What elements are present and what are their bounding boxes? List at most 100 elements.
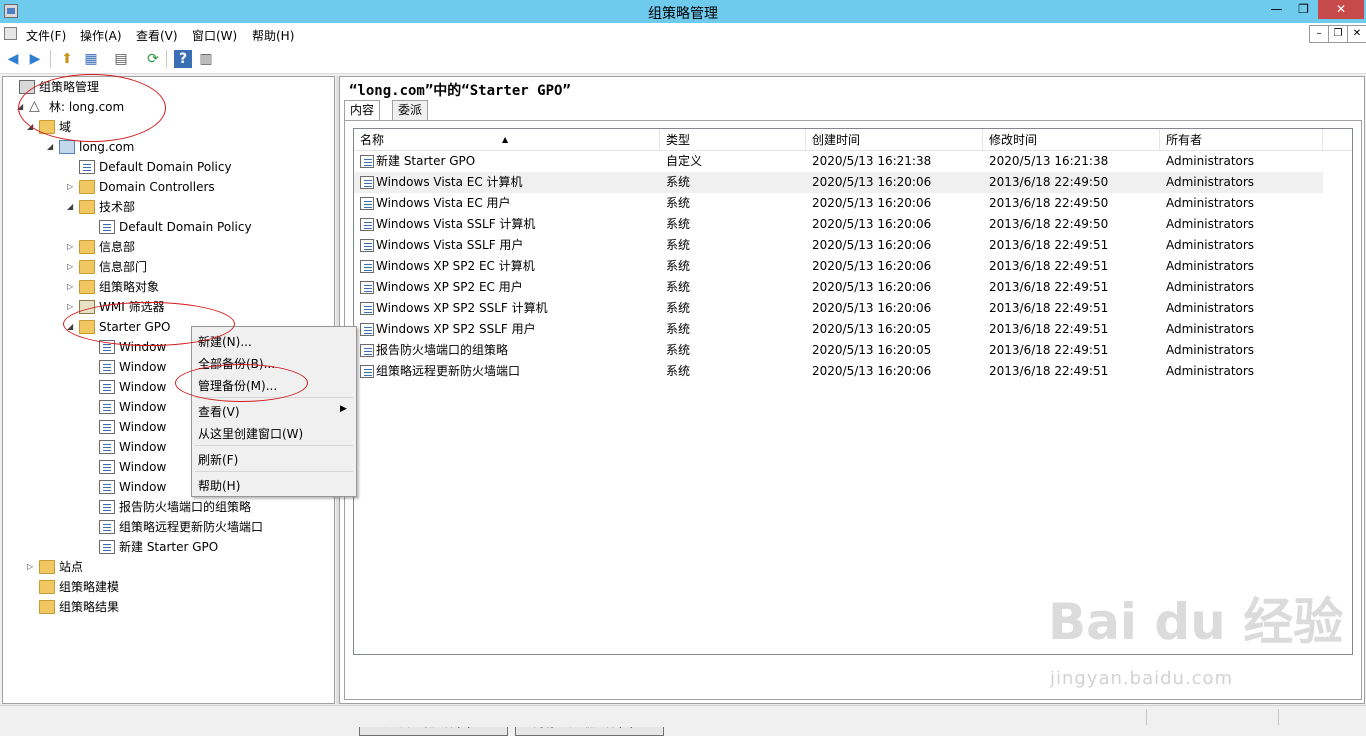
cell-name: 组策略远程更新防火墙端口 xyxy=(376,364,521,378)
table-row[interactable]: 报告防火墙端口的组策略 系统 2020/5/13 16:20:05 2013/6/18… xyxy=(354,340,1323,361)
expand-toggle-icon[interactable]: ▷ xyxy=(27,557,37,577)
folder-icon xyxy=(79,180,95,194)
toolbar-separator xyxy=(50,50,51,68)
tree-node-label: 信息部 xyxy=(99,240,136,254)
cell-modified: 2013/6/18 22:49:51 xyxy=(989,280,1109,294)
cell-modified: 2013/6/18 22:49:50 xyxy=(989,217,1109,231)
cell-name: Windows XP SP2 SSLF 用户 xyxy=(376,322,536,336)
tree-node-label: 报告防火墙端口的组策略 xyxy=(119,500,252,514)
system-menu-icon[interactable] xyxy=(4,27,17,40)
cell-modified: 2013/6/18 22:49:51 xyxy=(989,343,1109,357)
table-row[interactable]: Windows XP SP2 SSLF 计算机 系统 2020/5/13 16:20… xyxy=(354,298,1323,319)
cell-modified: 2020/5/13 16:21:38 xyxy=(989,154,1109,168)
cell-name: 新建 Starter GPO xyxy=(376,154,476,168)
help-icon[interactable]: ? xyxy=(174,50,192,68)
doc-icon xyxy=(99,520,115,534)
cell-name: Windows Vista SSLF 用户 xyxy=(376,238,524,252)
gpo-icon xyxy=(360,218,374,231)
menu-help[interactable]: 帮助(H) xyxy=(252,27,294,44)
refresh-icon[interactable]: ⟳ xyxy=(144,50,162,68)
properties-icon[interactable]: ▤ xyxy=(112,50,130,68)
cell-owner: Administrators xyxy=(1166,238,1255,252)
expand-toggle-icon[interactable]: ▷ xyxy=(67,257,77,277)
tree-node-label: 组策略对象 xyxy=(99,280,160,294)
cell-type: 系统 xyxy=(666,175,691,189)
menu-view[interactable]: 查看(V) xyxy=(136,27,178,44)
cell-modified: 2013/6/18 22:49:50 xyxy=(989,175,1109,189)
tree-node-label: 站点 xyxy=(59,560,84,574)
ctx-new-window[interactable]: 从这里创建窗口(W) xyxy=(198,425,303,442)
tab-content[interactable]: 内容 xyxy=(344,100,381,121)
doc-icon xyxy=(79,160,95,174)
table-row[interactable]: Windows Vista EC 计算机 系统 2020/5/13 16:20:06… xyxy=(354,172,1323,193)
cell-modified: 2013/6/18 22:49:51 xyxy=(989,238,1109,252)
doc-icon xyxy=(99,400,115,414)
child-minimize-button[interactable]: – xyxy=(1309,25,1329,43)
column-header-name[interactable]: 名称 ▲ xyxy=(354,129,660,151)
cell-owner: Administrators xyxy=(1166,196,1255,210)
gpo-icon xyxy=(360,365,374,378)
cell-created: 2020/5/13 16:20:06 xyxy=(812,259,932,273)
tree-node-label: Domain Controllers xyxy=(99,180,215,194)
annotation-circle xyxy=(18,74,166,142)
child-close-button[interactable]: ✕ xyxy=(1347,25,1366,43)
forward-arrow-icon[interactable]: ▶ xyxy=(26,50,44,68)
gpo-icon xyxy=(360,197,374,210)
menu-bar: 文件(F) 操作(A) 查看(V) 窗口(W) 帮助(H) – ❐ ✕ xyxy=(0,23,1366,45)
back-arrow-icon[interactable]: ◀ xyxy=(4,50,22,68)
cell-type: 系统 xyxy=(666,259,691,273)
status-separator xyxy=(1146,709,1147,725)
domain-icon xyxy=(59,140,75,154)
column-header-created[interactable]: 创建时间 xyxy=(806,129,983,151)
column-header-modified[interactable]: 修改时间 xyxy=(983,129,1160,151)
table-row[interactable]: Windows Vista SSLF 计算机 系统 2020/5/13 16:20:… xyxy=(354,214,1323,235)
column-header-owner[interactable]: 所有者 xyxy=(1160,129,1323,151)
cell-created: 2020/5/13 16:20:05 xyxy=(812,343,932,357)
table-row[interactable]: Windows XP SP2 SSLF 用户 系统 2020/5/13 16:20:… xyxy=(354,319,1323,340)
watermark-brand: Bai du 经验 xyxy=(1048,593,1344,651)
action-pane-icon[interactable]: ▥ xyxy=(197,50,215,68)
child-restore-button[interactable]: ❐ xyxy=(1328,25,1348,43)
maximize-button[interactable]: ❐ xyxy=(1290,0,1317,19)
gpo-icon xyxy=(360,260,374,273)
menu-action[interactable]: 操作(A) xyxy=(80,27,122,44)
list-header: 名称 ▲ 类型 创建时间 修改时间 所有者 xyxy=(354,129,1352,151)
table-row[interactable]: 组策略远程更新防火墙端口 系统 2020/5/13 16:20:06 2013/6/1… xyxy=(354,361,1323,382)
tree-node-label: 信息部门 xyxy=(99,260,148,274)
expand-toggle-icon[interactable]: ▷ xyxy=(67,177,77,197)
table-row[interactable]: Windows Vista SSLF 用户 系统 2020/5/13 16:20:0… xyxy=(354,235,1323,256)
folder-icon xyxy=(39,580,55,594)
menu-separator xyxy=(195,471,353,472)
baidu-watermark: Bai du 经验 jingyan.baidu.com xyxy=(1048,582,1366,702)
cell-type: 自定义 xyxy=(666,154,703,168)
doc-icon xyxy=(99,220,115,234)
folder-icon xyxy=(79,240,95,254)
up-folder-icon[interactable]: ⬆ xyxy=(58,50,76,68)
menu-file[interactable]: 文件(F) xyxy=(26,27,66,44)
expand-toggle-icon[interactable]: ◢ xyxy=(67,197,77,217)
expand-toggle-icon[interactable]: ◢ xyxy=(47,137,57,157)
cell-owner: Administrators xyxy=(1166,154,1255,168)
cell-modified: 2013/6/18 22:49:51 xyxy=(989,322,1109,336)
doc-icon xyxy=(99,480,115,494)
folder-icon xyxy=(39,600,55,614)
expand-toggle-icon[interactable]: ▷ xyxy=(67,237,77,257)
close-button[interactable]: ✕ xyxy=(1318,0,1364,19)
column-header-type[interactable]: 类型 xyxy=(660,129,806,151)
cell-type: 系统 xyxy=(666,280,691,294)
ctx-refresh[interactable]: 刷新(F) xyxy=(198,451,238,468)
gpo-icon xyxy=(360,302,374,315)
starter-gpo-list[interactable]: 名称 ▲ 类型 创建时间 修改时间 所有者 新建 Starter GPO 自定义 2… xyxy=(353,128,1353,655)
expand-toggle-icon[interactable]: ▷ xyxy=(67,277,77,297)
table-row[interactable]: Windows Vista EC 用户 系统 2020/5/13 16:20:06 2… xyxy=(354,193,1323,214)
show-hide-tree-icon[interactable]: ▦ xyxy=(82,50,100,68)
table-row[interactable]: Windows XP SP2 EC 计算机 系统 2020/5/13 16:20:0… xyxy=(354,256,1323,277)
cell-name: Windows Vista EC 用户 xyxy=(376,196,511,210)
ctx-view[interactable]: 查看(V) xyxy=(198,403,240,420)
table-row[interactable]: 新建 Starter GPO 自定义 2020/5/13 16:21:38 2020/… xyxy=(354,151,1323,172)
table-row[interactable]: Windows XP SP2 EC 用户 系统 2020/5/13 16:20:06… xyxy=(354,277,1323,298)
tab-delegation[interactable]: 委派 xyxy=(392,100,429,120)
minimize-button[interactable]: — xyxy=(1263,0,1290,19)
menu-window[interactable]: 窗口(W) xyxy=(192,27,237,44)
ctx-help[interactable]: 帮助(H) xyxy=(198,477,240,494)
